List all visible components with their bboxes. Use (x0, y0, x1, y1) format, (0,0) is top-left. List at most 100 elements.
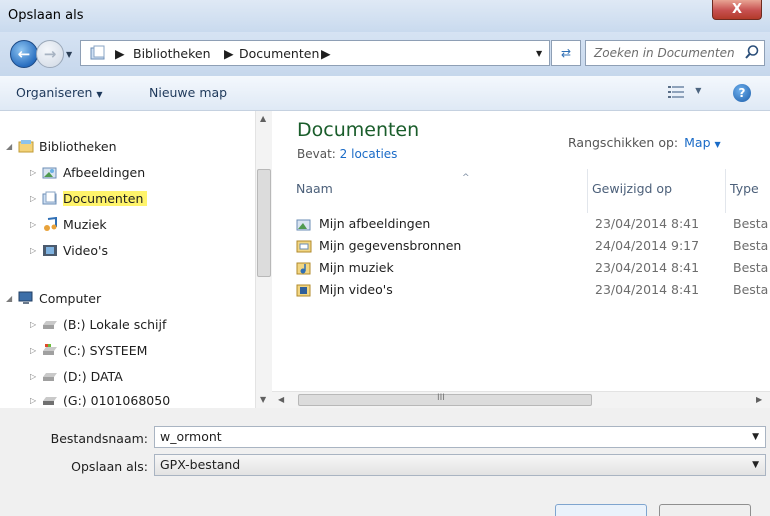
scrollbar-thumb[interactable]: III (298, 393, 592, 406)
address-bar[interactable]: ▶ Bibliotheken ▶ Documenten ▶ ▼ (80, 40, 550, 66)
tree-item-videos[interactable]: ▷ Video's (30, 240, 108, 260)
window-title: Opslaan als (8, 8, 84, 23)
removable-drive-icon (43, 397, 57, 405)
refresh-button[interactable]: ⇄ (551, 40, 581, 66)
library-title: Documenten (297, 119, 420, 141)
recent-pages-dropdown[interactable]: ▼ (66, 50, 72, 59)
file-date: 24/04/2014 9:17 (595, 238, 700, 253)
file-name-cell: Mijn video's (296, 282, 393, 297)
tree-item-afbeeldingen[interactable]: ▷ Afbeeldingen (30, 162, 145, 182)
crumb-separator-icon[interactable]: ▶ (115, 46, 125, 61)
arrange-label: Rangschikken op: (568, 135, 679, 150)
navigation-scrollbar[interactable]: ▲ ▼ (255, 111, 272, 408)
file-type: Besta (733, 260, 769, 275)
column-header-type[interactable]: Type (726, 169, 770, 213)
scroll-down-icon[interactable]: ▼ (260, 395, 266, 404)
navigation-pane: ◢ Bibliotheken ▷ Afbeeldingen ▷ Document… (0, 111, 272, 408)
save-as-type-select[interactable]: GPX-bestand ▼ (154, 454, 766, 476)
tree-label: Afbeeldingen (63, 164, 146, 180)
crumb-separator-icon[interactable]: ▶ (321, 46, 331, 61)
search-icon[interactable] (744, 44, 760, 60)
library-includes: Bevat: 2 locaties (297, 147, 397, 161)
save-button[interactable] (555, 504, 647, 516)
new-folder-button[interactable]: Nieuwe map (149, 85, 227, 100)
file-name-cell: Mijn afbeeldingen (296, 216, 430, 231)
sort-ascending-icon: ^ (462, 173, 470, 183)
save-as-type-label: Opslaan als: (71, 459, 148, 474)
view-options-button[interactable]: ▼ (668, 86, 708, 102)
scrollbar-thumb[interactable] (257, 169, 271, 277)
collapsed-arrow-icon[interactable]: ▷ (30, 194, 42, 203)
scrollbar-grip: III (437, 393, 445, 403)
file-row[interactable]: Mijn muziek 23/04/2014 8:41 Besta (296, 258, 770, 278)
includes-label: Bevat: (297, 147, 336, 161)
music-folder-icon (296, 262, 311, 274)
collapsed-arrow-icon[interactable]: ▷ (30, 168, 42, 177)
file-row[interactable]: Mijn afbeeldingen 23/04/2014 8:41 Besta (296, 214, 770, 234)
arrange-value: Map (684, 135, 711, 150)
chevron-down-icon[interactable]: ▼ (752, 455, 759, 475)
arrange-by: Rangschikken op: Map ▼ (568, 135, 721, 150)
tree-item-computer[interactable]: ◢ Computer (6, 288, 101, 308)
breadcrumb-documenten[interactable]: Documenten (239, 46, 319, 61)
file-name: Mijn afbeeldingen (319, 216, 431, 231)
collapsed-arrow-icon[interactable]: ▷ (30, 372, 42, 381)
organize-menu[interactable]: Organiseren ▼ (16, 85, 103, 100)
file-row[interactable]: Mijn video's 23/04/2014 8:41 Besta (296, 280, 770, 300)
command-toolbar: Organiseren ▼ Nieuwe map ▼ ? (0, 76, 770, 111)
videos-folder-icon (296, 284, 311, 296)
tree-item-drive-c[interactable]: ▷ (C:) SYSTEEM (30, 340, 147, 360)
libraries-icon (18, 140, 34, 153)
file-list-pane: Documenten Bevat: 2 locaties Rangschikke… (272, 111, 770, 408)
expanded-arrow-icon[interactable]: ◢ (6, 294, 18, 303)
close-button[interactable]: X (712, 0, 762, 20)
library-folder-icon (90, 45, 105, 60)
chevron-down-icon: ▼ (714, 140, 721, 149)
cancel-button[interactable] (659, 504, 751, 516)
tree-item-drive-d[interactable]: ▷ (D:) DATA (30, 366, 123, 386)
scroll-right-icon[interactable]: ▶ (756, 395, 762, 404)
data-sources-folder-icon (296, 240, 312, 252)
tree-item-drive-g[interactable]: ▷ (G:) 0101068050 (30, 390, 170, 410)
filename-field[interactable]: w_ormont ▼ (154, 426, 766, 448)
tree-label: (D:) DATA (63, 368, 123, 384)
column-header-modified[interactable]: Gewijzigd op (588, 169, 726, 213)
title-bar: Opslaan als X (0, 0, 770, 32)
search-placeholder: Zoeken in Documenten (594, 46, 735, 60)
address-dropdown-icon[interactable]: ▼ (536, 49, 542, 58)
tree-label: Computer (39, 290, 102, 306)
arrange-dropdown[interactable]: Map ▼ (684, 135, 721, 150)
forward-button[interactable]: → (36, 40, 64, 68)
locations-link[interactable]: 2 locaties (340, 147, 398, 161)
collapsed-arrow-icon[interactable]: ▷ (30, 246, 42, 255)
crumb-separator-icon[interactable]: ▶ (224, 46, 234, 61)
back-button[interactable]: ← (10, 40, 38, 68)
tree-label: (B:) Lokale schijf (63, 316, 167, 332)
column-header-name[interactable]: Naam (292, 169, 588, 213)
collapsed-arrow-icon[interactable]: ▷ (30, 320, 42, 329)
collapsed-arrow-icon[interactable]: ▷ (30, 396, 42, 405)
details-view-icon (668, 86, 684, 98)
pictures-folder-icon (296, 219, 311, 230)
file-name: Mijn video's (319, 282, 393, 297)
filename-value: w_ormont (160, 429, 222, 444)
file-list-hscrollbar[interactable]: ◀ III ▶ (272, 391, 770, 408)
scroll-up-icon[interactable]: ▲ (260, 114, 266, 123)
save-form: Bestandsnaam: w_ormont ▼ Opslaan als: GP… (0, 408, 770, 516)
system-drive-icon (43, 344, 57, 355)
help-icon[interactable]: ? (733, 84, 751, 102)
file-name-cell: Mijn gegevensbronnen (296, 238, 461, 253)
tree-item-muziek[interactable]: ▷ Muziek (30, 214, 107, 234)
chevron-down-icon[interactable]: ▼ (752, 427, 759, 447)
search-input[interactable]: Zoeken in Documenten (585, 40, 765, 66)
tree-item-bibliotheken[interactable]: ◢ Bibliotheken (6, 136, 117, 156)
file-date: 23/04/2014 8:41 (595, 216, 700, 231)
scroll-left-icon[interactable]: ◀ (278, 395, 284, 404)
expanded-arrow-icon[interactable]: ◢ (6, 142, 18, 151)
breadcrumb-bibliotheken[interactable]: Bibliotheken (133, 46, 211, 61)
collapsed-arrow-icon[interactable]: ▷ (30, 346, 42, 355)
file-row[interactable]: Mijn gegevensbronnen 24/04/2014 9:17 Bes… (296, 236, 770, 256)
tree-item-drive-b[interactable]: ▷ (B:) Lokale schijf (30, 314, 166, 334)
collapsed-arrow-icon[interactable]: ▷ (30, 220, 42, 229)
tree-item-documenten[interactable]: ▷ Documenten (30, 188, 148, 208)
